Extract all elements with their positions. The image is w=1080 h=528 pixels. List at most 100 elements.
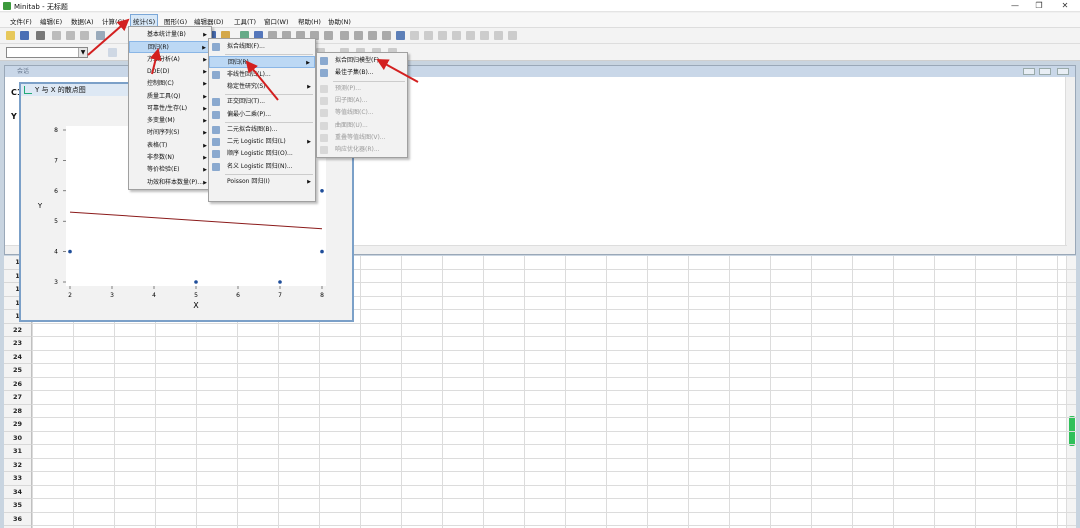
row-header[interactable]: 29 <box>4 418 32 432</box>
row-header[interactable]: 22 <box>4 323 32 337</box>
regression-sub-item-label: 响应优化器(R)... <box>335 146 380 154</box>
menu-separator <box>225 121 313 123</box>
menu-file[interactable]: 文件(F) <box>8 16 34 26</box>
row-header[interactable]: 23 <box>4 337 32 351</box>
regression-menu-item[interactable]: 偏最小二乘(P)... <box>209 109 315 121</box>
regression-menu-item[interactable]: 二元 Logistic 回归(L) ▶ <box>209 136 315 148</box>
menu-edit[interactable]: 编辑(E) <box>38 16 64 26</box>
y-tick-label: 5 <box>54 218 58 225</box>
menu-tools[interactable]: 工具(T) <box>232 16 258 26</box>
regression-menu-item[interactable]: 正交回归(T)... <box>209 96 315 108</box>
menu-editor[interactable]: 编辑器(D) <box>192 16 226 26</box>
stat-menu-item-label: 回归(R) <box>148 44 169 52</box>
regression-menu-item[interactable]: 稳定性研究(S) ▶ <box>209 81 315 93</box>
x-tick-label: 6 <box>236 292 240 299</box>
tool-icon[interactable] <box>108 48 117 57</box>
close-icon[interactable] <box>1057 68 1069 75</box>
chevron-down-icon[interactable]: ▼ <box>78 48 87 57</box>
menu-window[interactable]: 窗口(W) <box>262 16 291 26</box>
stat-menu-item[interactable]: 功效和样本数量(P)... ▶ <box>129 177 211 189</box>
stat-menu-item[interactable]: 控制图(C) ▶ <box>129 78 211 90</box>
paste-icon[interactable] <box>80 31 89 40</box>
tool-icon[interactable] <box>438 31 447 40</box>
row-header[interactable]: 30 <box>4 431 32 445</box>
stat-menu-item[interactable]: 回归(R) ▶ <box>129 41 211 54</box>
row-header[interactable]: 32 <box>4 458 32 472</box>
copy-icon[interactable] <box>66 31 75 40</box>
restore-icon[interactable]: ❐ <box>1032 1 1046 11</box>
row-header[interactable]: 35 <box>4 499 32 513</box>
stat-menu-item[interactable]: 等价检验(E) ▶ <box>129 164 211 176</box>
regression-menu-item[interactable]: 名义 Logistic 回归(N)... <box>209 161 315 173</box>
row-header[interactable]: 26 <box>4 377 32 391</box>
row-header[interactable]: 33 <box>4 472 32 486</box>
restore-icon[interactable] <box>1039 68 1051 75</box>
stat-menu-item[interactable]: 方差分析(A) ▶ <box>129 54 211 66</box>
save-icon[interactable] <box>20 31 29 40</box>
stat-menu-item[interactable]: 非参数(N) ▶ <box>129 152 211 164</box>
tool-icon[interactable] <box>508 31 517 40</box>
tool-icon[interactable] <box>368 31 377 40</box>
row-header[interactable]: 36 <box>4 512 32 526</box>
regression-sub-item[interactable]: 拟合回归模型(F)... <box>317 55 407 67</box>
stat-menu-item[interactable]: 基本统计量(B) ▶ <box>129 29 211 41</box>
row-header[interactable]: 34 <box>4 485 32 499</box>
tool-icon[interactable] <box>424 31 433 40</box>
stat-menu-item[interactable]: DOE(D) ▶ <box>129 66 211 78</box>
tool-icon[interactable] <box>382 31 391 40</box>
tool-icon[interactable] <box>480 31 489 40</box>
vertical-scrollbar[interactable] <box>1066 256 1076 528</box>
close-icon[interactable]: ✕ <box>1058 1 1072 11</box>
vertical-scrollbar[interactable] <box>1065 77 1075 254</box>
regression-sub-item-label: 因子图(A)... <box>335 96 368 104</box>
stat-menu-item[interactable]: 质量工具(Q) ▶ <box>129 91 211 103</box>
regression-menu-item[interactable]: 顺序 Logistic 回归(O)... <box>209 148 315 160</box>
row-header[interactable]: 25 <box>4 364 32 378</box>
regression-menu-item[interactable]: 二元拟合线图(B)... <box>209 124 315 136</box>
tool-icon[interactable] <box>340 31 349 40</box>
factorial-plot-icon <box>320 96 328 105</box>
stat-menu-item[interactable]: 多变量(M) ▶ <box>129 115 211 127</box>
row-header[interactable]: 28 <box>4 404 32 418</box>
menu-data[interactable]: 数据(A) <box>69 16 96 26</box>
menu-calc[interactable]: 计算(C) <box>100 16 127 26</box>
regression-menu-item[interactable]: 非线性回归(L)... <box>209 69 315 81</box>
menu-help[interactable]: 帮助(H) <box>296 16 323 26</box>
menu-assist[interactable]: 协助(N) <box>326 16 353 26</box>
row-header[interactable]: 27 <box>4 391 32 405</box>
tool-icon[interactable] <box>396 31 405 40</box>
stat-menu-item[interactable]: 表格(T) ▶ <box>129 140 211 152</box>
undo-icon[interactable] <box>96 31 105 40</box>
stat-menu-item-label: DOE(D) <box>147 67 170 75</box>
grid-line <box>32 471 1076 472</box>
print-icon[interactable] <box>36 31 45 40</box>
regression-menu-item[interactable]: Poisson 回归(I) ▶ <box>209 176 315 188</box>
minimize-icon[interactable]: — <box>1008 1 1022 11</box>
tool-icon[interactable] <box>466 31 475 40</box>
tool-icon[interactable] <box>410 31 419 40</box>
regression-menu-item-label: 稳定性研究(S) <box>227 82 266 90</box>
optimizer-icon <box>320 146 328 155</box>
menu-graph[interactable]: 图形(G) <box>162 16 189 26</box>
tool-icon[interactable] <box>494 31 503 40</box>
tool-icon[interactable] <box>324 31 333 40</box>
surface-icon <box>320 121 328 130</box>
row-header[interactable]: 31 <box>4 445 32 459</box>
grid-line <box>852 256 853 528</box>
tool-icon[interactable] <box>452 31 461 40</box>
open-icon[interactable] <box>6 31 15 40</box>
grid-line <box>32 376 1076 378</box>
regression-sub-item[interactable]: 最佳子集(B)... <box>317 67 407 79</box>
stat-menu-item-label: 可靠性/生存(L) <box>147 104 188 112</box>
y-tick-label: 7 <box>54 157 58 164</box>
stat-menu-item[interactable]: 时间序列(S) ▶ <box>129 127 211 139</box>
row-header[interactable]: 24 <box>4 350 32 364</box>
regression-menu-item[interactable]: 回归(R) ▶ <box>209 56 315 69</box>
cut-icon[interactable] <box>52 31 61 40</box>
regression-menu-item[interactable]: 拟合线图(F)... <box>209 41 315 53</box>
minimize-icon[interactable] <box>1023 68 1035 75</box>
graph-window-title: Y 与 X 的散点图 <box>35 86 86 94</box>
font-select[interactable]: ▼ <box>6 47 88 58</box>
stat-menu-item[interactable]: 可靠性/生存(L) ▶ <box>129 103 211 115</box>
tool-icon[interactable] <box>354 31 363 40</box>
